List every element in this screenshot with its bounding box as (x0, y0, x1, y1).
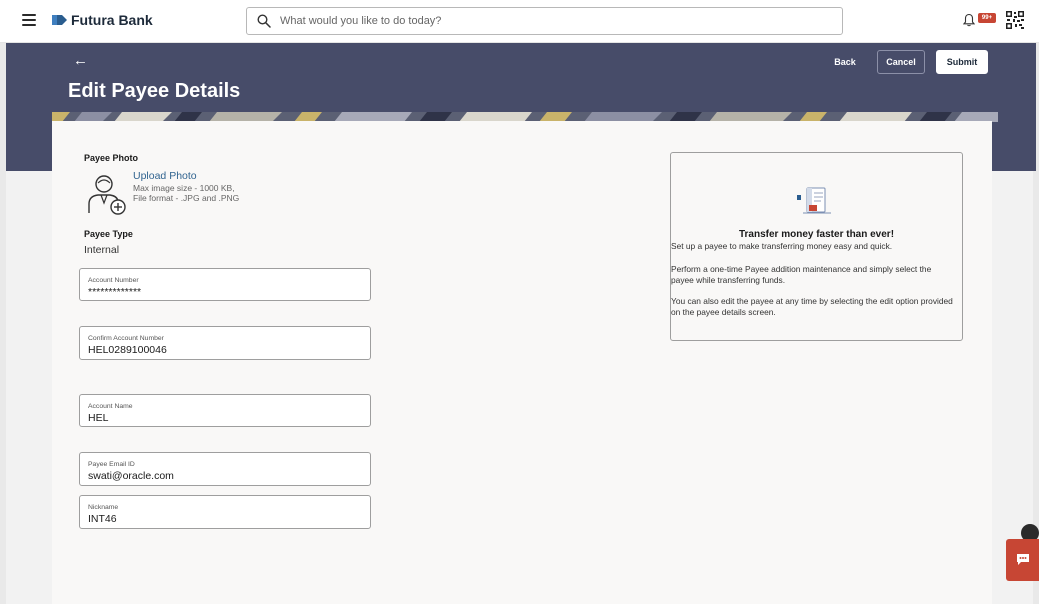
page-title: Edit Payee Details (68, 80, 241, 102)
bell-icon[interactable] (963, 13, 975, 27)
upload-size-hint: Max image size - 1000 KB, (133, 183, 235, 193)
account-number-field[interactable]: Account Number ************* (79, 268, 371, 301)
submit-button[interactable]: Submit (936, 50, 988, 74)
account-number-value: ************* (88, 286, 142, 298)
search-icon (257, 14, 271, 28)
account-name-label: Account Name (88, 403, 133, 410)
account-name-value: HEL (88, 412, 109, 424)
nickname-label: Nickname (88, 504, 119, 511)
payee-photo-label: Payee Photo (84, 153, 139, 163)
payee-email-value: swati@oracle.com (88, 470, 174, 482)
upload-format-hint: File format - .JPG and .PNG (133, 193, 240, 203)
hamburger-icon[interactable] (22, 14, 36, 26)
chat-button[interactable] (1006, 539, 1039, 581)
info-panel: Transfer money faster than ever! Set up … (670, 152, 963, 341)
back-button[interactable]: Back (826, 52, 864, 72)
brand-name: Futura Bank (71, 12, 153, 28)
payee-document-illustration-icon (797, 187, 831, 214)
info-paragraph-1: Set up a payee to make transferring mone… (671, 241, 893, 251)
info-paragraph-3: You can also edit the payee at any time … (671, 296, 953, 317)
search-bar[interactable] (246, 7, 843, 35)
user-add-photo-icon[interactable] (84, 171, 128, 215)
info-title: Transfer money faster than ever! (738, 229, 895, 240)
nickname-value: INT46 (88, 513, 117, 525)
chat-icon (1017, 554, 1029, 565)
confirm-account-number-value: HEL0289100046 (88, 344, 167, 356)
info-paragraph-2: Perform a one-time Payee addition mainte… (671, 264, 932, 285)
account-number-label: Account Number (88, 277, 139, 284)
bank-logo-icon (52, 15, 67, 25)
notification-badge: 99+ (978, 13, 996, 23)
back-arrow-icon[interactable]: ← (73, 52, 88, 69)
payee-email-label: Payee Email ID (88, 461, 135, 468)
confirm-account-number-label: Confirm Account Number (88, 335, 164, 342)
top-bar: Futura Bank 99+ (0, 0, 1039, 43)
qr-code-icon[interactable] (1005, 10, 1025, 30)
confirm-account-number-field[interactable]: Confirm Account Number HEL0289100046 (79, 326, 371, 360)
nickname-field[interactable]: Nickname INT46 (79, 495, 371, 529)
account-name-field[interactable]: Account Name HEL (79, 394, 371, 427)
search-input[interactable] (280, 12, 820, 30)
payee-type-value: Internal (84, 244, 120, 256)
cancel-button[interactable]: Cancel (877, 50, 925, 74)
upload-photo-link[interactable]: Upload Photo (133, 170, 197, 182)
payee-email-field[interactable]: Payee Email ID swati@oracle.com (79, 452, 371, 486)
payee-type-label: Payee Type (84, 229, 133, 239)
